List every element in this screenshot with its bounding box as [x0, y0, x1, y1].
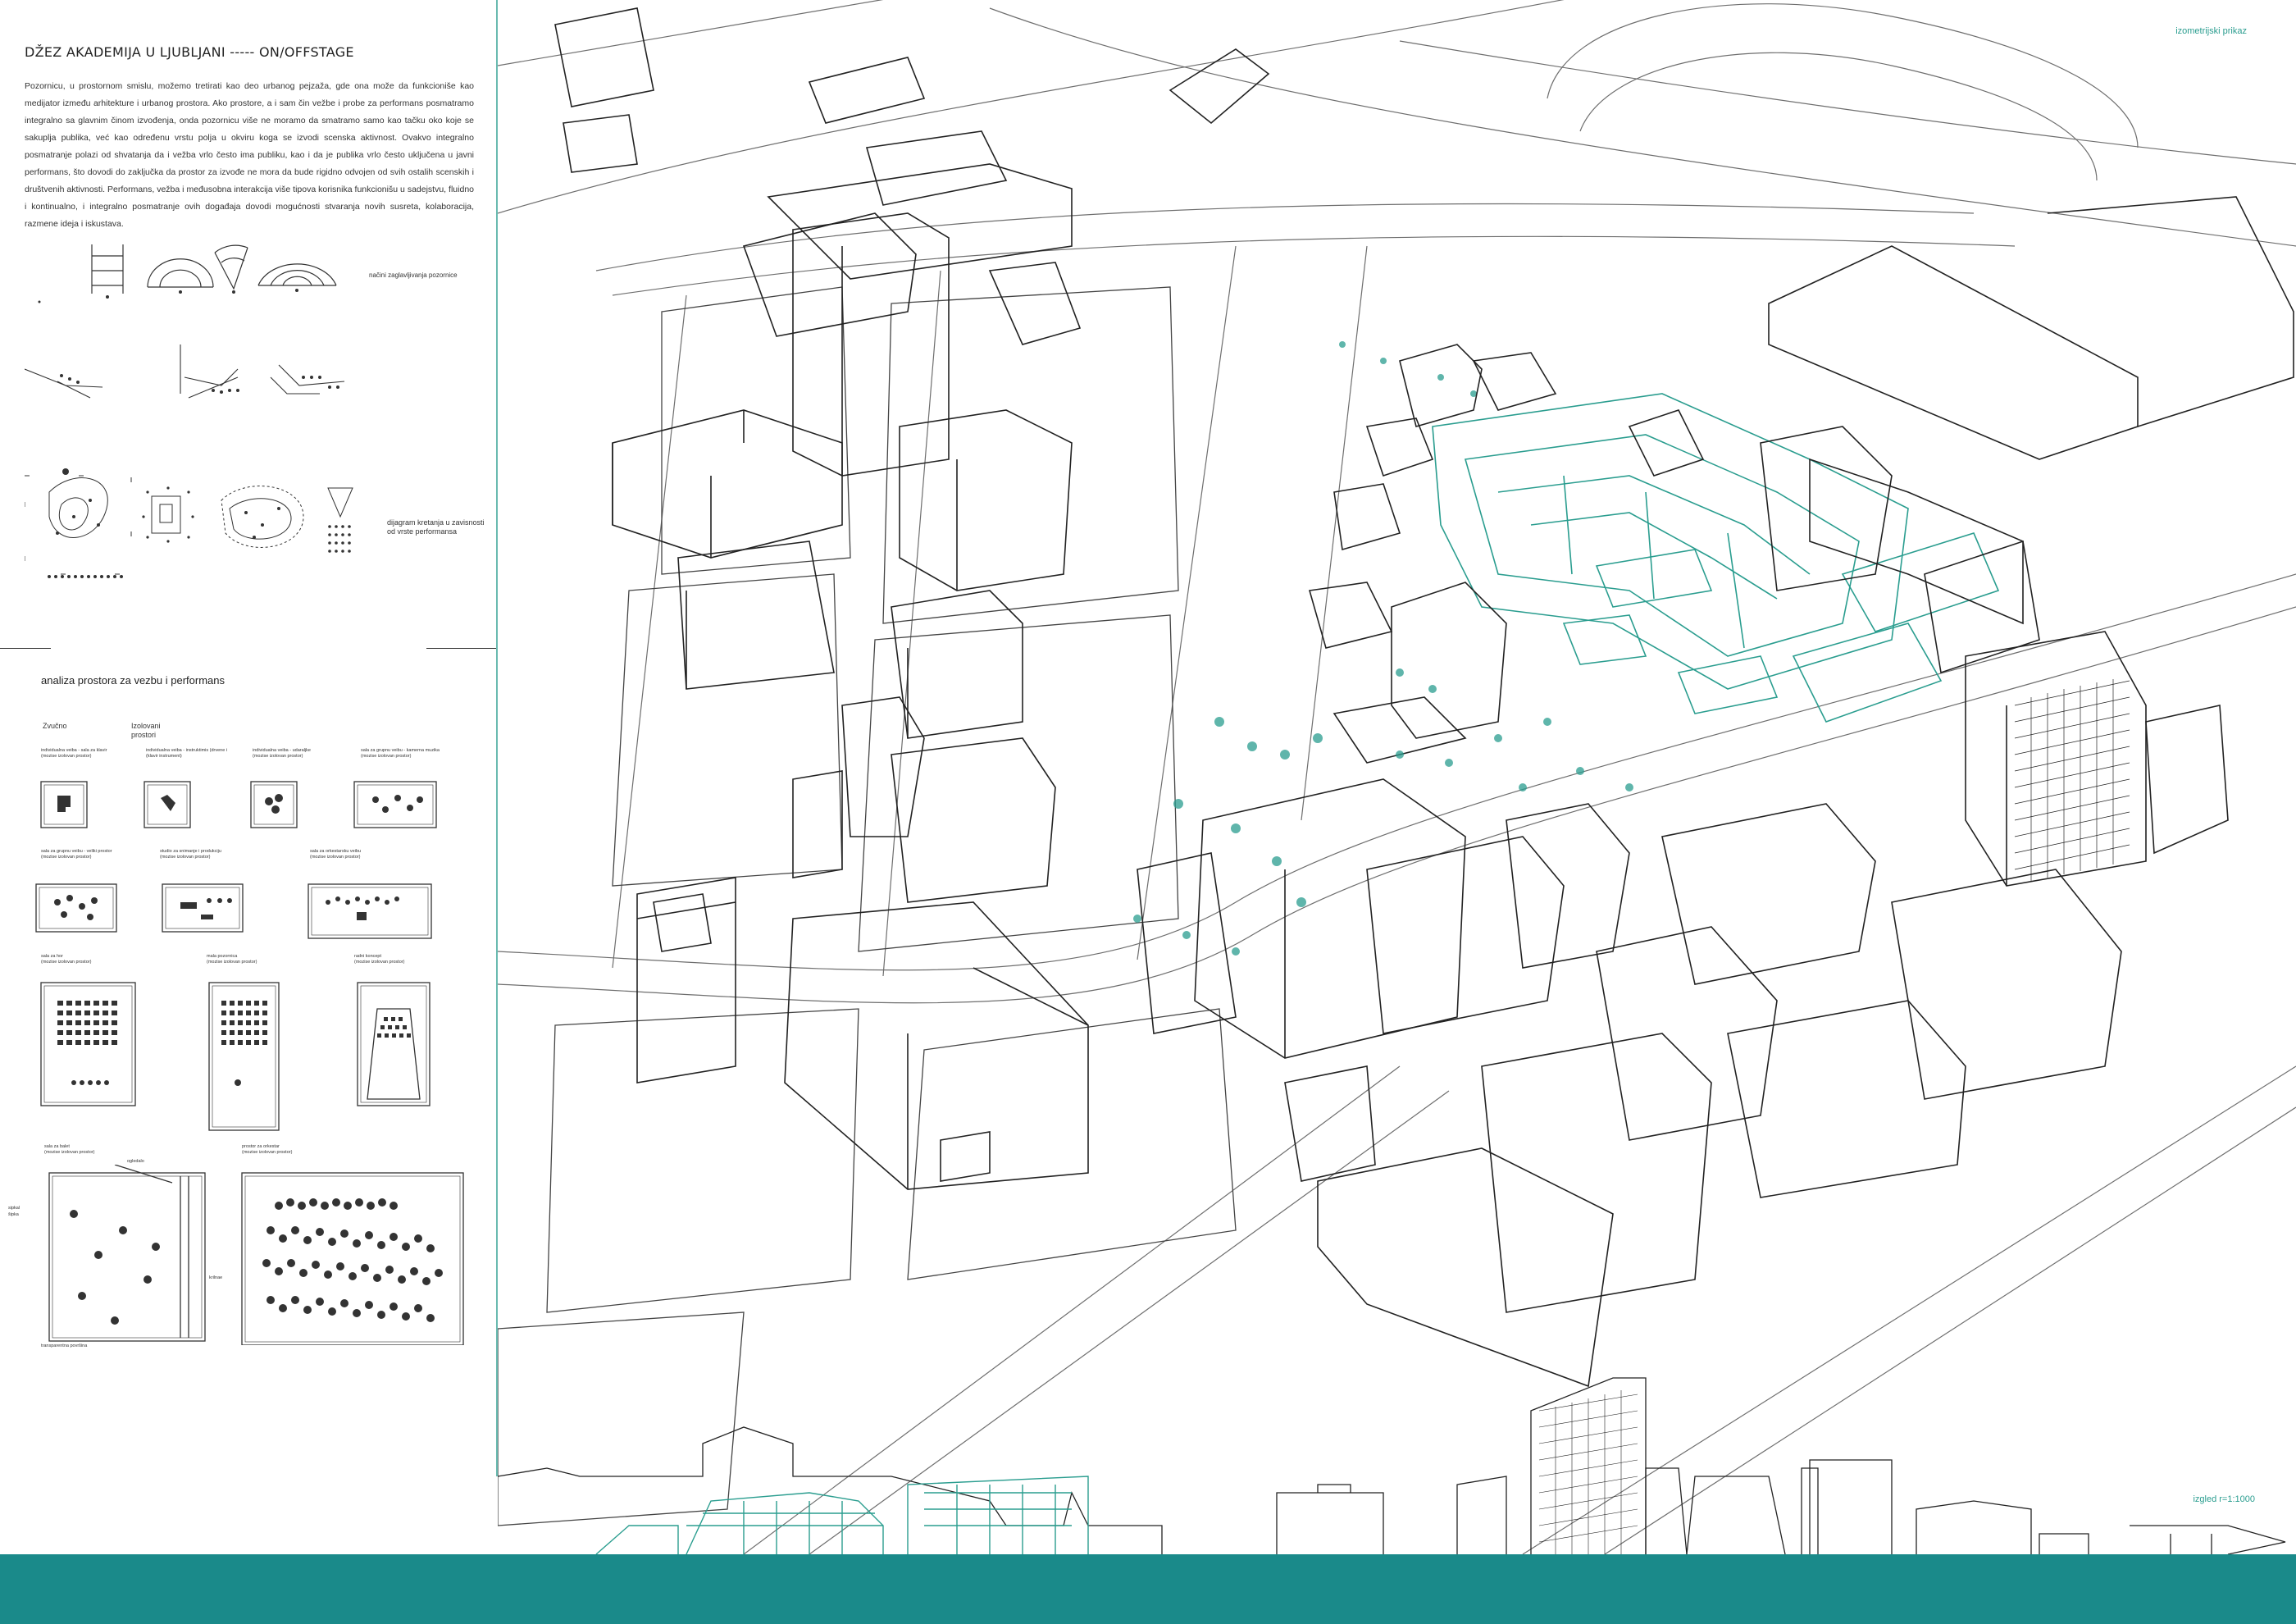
ballet-note: ogledalo [127, 1159, 144, 1164]
ballet-note: sipkal [8, 1206, 20, 1211]
room-label: mala pozornica (mozise izolovan prostor) [207, 954, 257, 965]
ballet-note: šipka [8, 1212, 19, 1217]
col-header-isolated: Izolovani [131, 722, 161, 730]
col-header-sound: Zvučno [43, 722, 67, 730]
left-panel: DŽEZ AKADEMIJA U LJUBLJANI ----- ON/OFFS… [0, 0, 496, 1476]
room-plans-row-3 [40, 982, 430, 1131]
movement-label: dijagram kretanja u zavisnosti od vrste … [387, 518, 485, 536]
room-label: individualna veiba - instruktimis (drven… [146, 748, 228, 759]
room-label: individualna veiba - sala za klavir (mozi… [41, 748, 107, 759]
separator-right [426, 648, 496, 649]
intro-paragraph: Pozornicu, u prostornom smislu, možemo t… [25, 81, 474, 229]
room-label: individualna veiba - udaraljke (mozise iz… [253, 748, 311, 759]
room-plans-row-1 [40, 781, 437, 828]
room-plans-row-4 [48, 1165, 464, 1345]
page-title: DŽEZ AKADEMIJA U LJUBLJANI ----- ON/OFFS… [25, 44, 354, 60]
stage-modes-diagram: načini zaglavljivanja pozornice [38, 244, 458, 303]
isometric-map: izometrijski prikaz izgled r=1:1000 [498, 0, 2296, 1554]
room-label: studio za snimanje i produkciju (mozise i… [160, 849, 221, 860]
stage-modes-label: načini zaglavljivanja pozornice [369, 271, 458, 279]
room-label: radni koncept (mozise izolovan prostor) [354, 954, 405, 965]
map-label-isometric: izometrijski prikaz [2175, 26, 2247, 36]
analysis-heading: analiza prostora za vezbu i performans [41, 674, 226, 687]
room-label: sala za balet (mozise izolovan prostor) [44, 1144, 95, 1155]
room-label: sala za grupnu veibu - veliki prostor (mo… [41, 849, 112, 860]
footer-band [0, 1554, 2296, 1624]
separator-left [0, 648, 51, 649]
performer-lines-diagram [25, 344, 345, 399]
room-plans-row-2 [35, 883, 432, 939]
room-label: sala za hor (mozise izolovan prostor) [41, 954, 92, 965]
room-label: prostor za orkestar (mozise izolovan pros… [242, 1144, 293, 1155]
room-label: sala za grupnu veibu - kamerna muzika (mo… [361, 748, 440, 759]
col-header-isolated-2: prostori [131, 731, 157, 739]
room-label: sala za orkestarsku veibu (mozise izolova… [310, 849, 362, 860]
map-label-elevation: izgled r=1:1000 [2193, 1494, 2255, 1504]
